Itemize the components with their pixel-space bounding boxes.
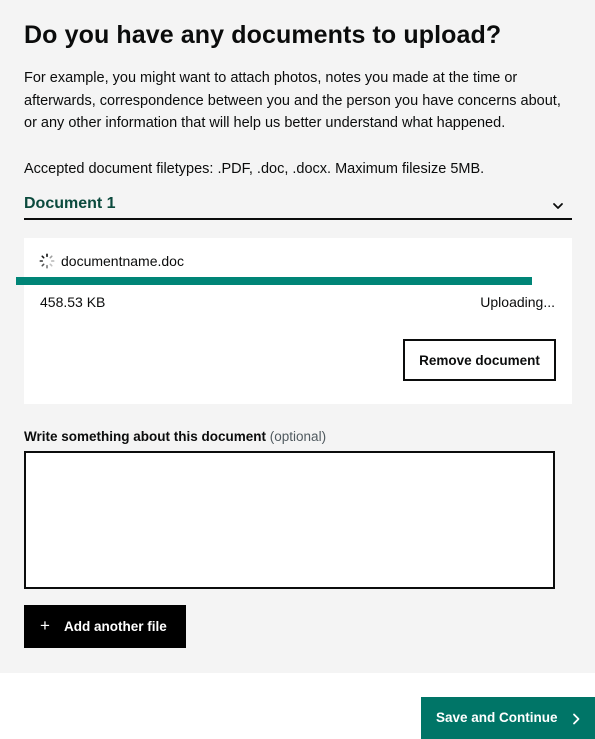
- chevron-right-icon: [573, 713, 580, 725]
- upload-progress-bar: [16, 277, 532, 285]
- accepted-filetypes-hint: Accepted document filetypes: .PDF, .doc,…: [24, 161, 485, 177]
- document-description-textarea[interactable]: [24, 451, 555, 589]
- intro-text: For example, you might want to attach ph…: [24, 70, 561, 131]
- upload-status: Uploading...: [480, 294, 555, 310]
- chevron-down-icon: [553, 203, 563, 209]
- optional-hint: (optional): [269, 429, 327, 444]
- add-another-file-label: Add another file: [64, 619, 167, 634]
- spinner-icon: [39, 253, 55, 269]
- upload-panel: Do you have any documents to upload? For…: [0, 0, 595, 673]
- add-another-file-button[interactable]: + Add another file: [24, 605, 186, 648]
- file-size: 458.53 KB: [40, 294, 106, 310]
- save-and-continue-button[interactable]: Save and Continue: [421, 697, 595, 739]
- save-and-continue-label: Save and Continue: [436, 710, 558, 725]
- description-label-text: Write something about this document: [24, 429, 267, 444]
- file-name: documentname.doc: [61, 253, 184, 269]
- page-title: Do you have any documents to upload?: [24, 21, 502, 49]
- document-description-label: Write something about this document (opt…: [24, 427, 326, 447]
- upload-progress-fill: [16, 277, 532, 285]
- uploaded-file-card: documentname.doc 458.53 KB Uploading... …: [24, 238, 572, 404]
- plus-icon: +: [40, 616, 50, 635]
- document-title: Document 1: [24, 195, 116, 212]
- document-accordion-header[interactable]: Document 1: [24, 191, 572, 220]
- remove-document-button[interactable]: Remove document: [403, 339, 556, 381]
